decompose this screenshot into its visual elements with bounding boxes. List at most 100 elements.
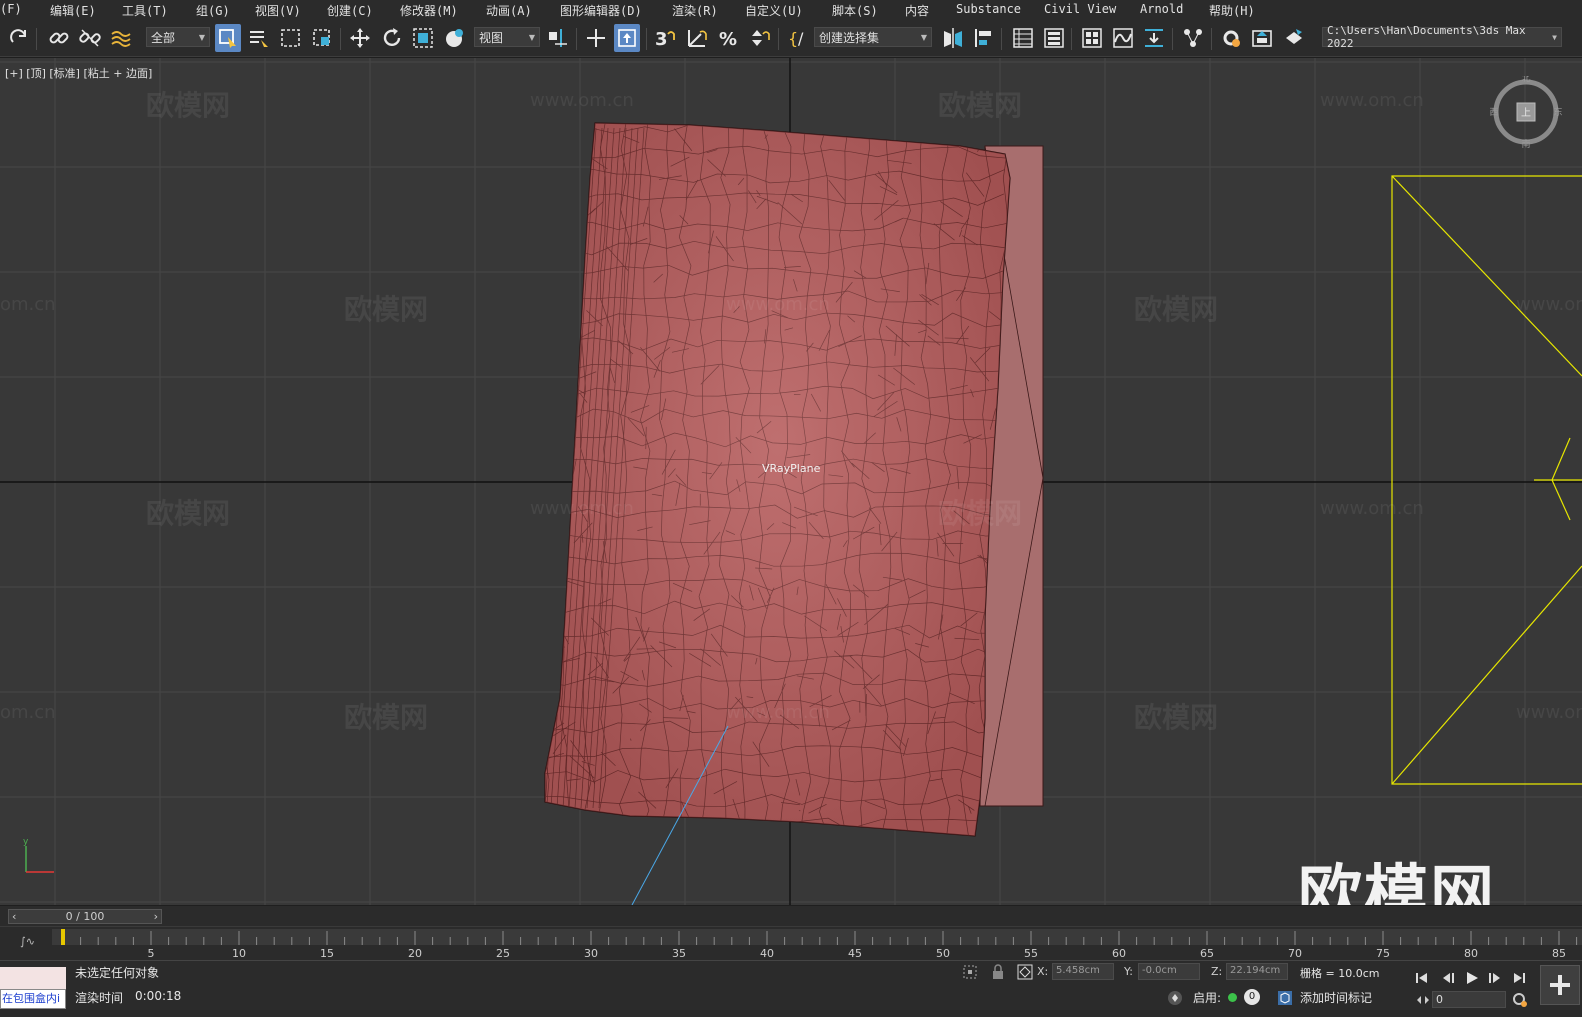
- enable-label: 启用:: [1193, 991, 1222, 1005]
- reference-coordinate-dropdown[interactable]: 视图 ▼: [474, 27, 540, 47]
- schematic-view-icon[interactable]: [1141, 24, 1167, 52]
- render-time-label: 渲染时间: [75, 991, 124, 1005]
- menu-help[interactable]: 帮助(H): [1209, 2, 1255, 19]
- maxscript-input[interactable]: 在包围盒内i: [0, 989, 66, 1009]
- rotate-icon[interactable]: [379, 24, 405, 52]
- select-manipulate-icon[interactable]: [583, 24, 609, 52]
- timeline-tick-label: 60: [1112, 947, 1126, 960]
- window-crossing-icon[interactable]: [309, 24, 335, 52]
- menu-modifiers[interactable]: 修改器(M): [400, 2, 458, 19]
- enable-count-badge[interactable]: 0: [1244, 989, 1260, 1005]
- rendered-frame-window-icon[interactable]: [1249, 24, 1275, 52]
- select-by-name-icon[interactable]: [246, 24, 272, 52]
- add-time-tag[interactable]: 添加时间标记: [1300, 989, 1372, 1006]
- go-to-end-icon[interactable]: [1510, 969, 1528, 987]
- rect-selection-region-icon[interactable]: [278, 24, 304, 52]
- time-config-icon[interactable]: [1512, 992, 1528, 1008]
- current-frame-field[interactable]: 0: [1432, 991, 1506, 1008]
- menu-rendering[interactable]: 渲染(R): [672, 2, 718, 19]
- selection-filter-dropdown[interactable]: 全部 ▼: [146, 27, 210, 47]
- watermark: 欧模网: [938, 89, 1023, 122]
- time-tag-icon[interactable]: [1277, 990, 1293, 1006]
- menu-create[interactable]: 创建(C): [327, 2, 373, 19]
- viewcube-north[interactable]: 北: [1521, 73, 1530, 84]
- menu-customize[interactable]: 自定义(U): [745, 2, 803, 19]
- viewport-canvas[interactable]: y: [0, 58, 1582, 905]
- time-slider-thumb[interactable]: ‹ 0 / 100 ›: [8, 909, 162, 924]
- render-production-icon[interactable]: [1281, 24, 1307, 52]
- set-key-button[interactable]: [1540, 965, 1580, 1005]
- angle-snap-icon[interactable]: [684, 24, 710, 52]
- project-path-dropdown[interactable]: C:\Users\Han\Documents\3ds Max 2022 ▼: [1322, 24, 1562, 50]
- track-bar[interactable]: ∫∿ 5 10 15 20 25 30 35 40 45 50 55 60 65 70 75 80 85: [0, 926, 1582, 961]
- move-icon[interactable]: [347, 24, 373, 52]
- z-coord-field[interactable]: 22.194cm: [1226, 963, 1288, 980]
- curve-editor-mini-icon[interactable]: ∫∿: [20, 935, 35, 948]
- menu-graph-editors[interactable]: 图形编辑器(D): [560, 2, 642, 19]
- menu-scripting[interactable]: 脚本(S): [832, 2, 878, 19]
- play-icon[interactable]: [1463, 969, 1481, 987]
- x-coord-field[interactable]: 5.458cm: [1052, 963, 1114, 980]
- menu-arnold[interactable]: Arnold: [1140, 2, 1183, 16]
- z-coord-label: Z:: [1211, 965, 1223, 978]
- time-slider[interactable]: ‹ 0 / 100 ›: [0, 906, 1582, 926]
- time-prev-icon[interactable]: ‹: [12, 910, 16, 923]
- svg-text:{: {: [788, 29, 798, 48]
- y-coord-field[interactable]: -0.0cm: [1138, 963, 1200, 980]
- isolate-selection-icon[interactable]: [962, 964, 978, 980]
- key-mode-icon[interactable]: [1415, 992, 1431, 1008]
- viewport-top[interactable]: y [+] [顶] [标准] [粘土 + 边面] 欧模网 www.om.cn 欧…: [0, 58, 1582, 905]
- svg-text:y: y: [23, 837, 29, 847]
- previous-frame-icon[interactable]: [1440, 969, 1458, 987]
- go-to-start-icon[interactable]: [1413, 969, 1431, 987]
- menu-group[interactable]: 组(G): [196, 2, 230, 19]
- menu-edit[interactable]: 编辑(E): [50, 2, 96, 19]
- viewcube[interactable]: 北 南 东 西 上: [1489, 73, 1562, 150]
- align-icon[interactable]: [971, 24, 997, 52]
- menu-tools[interactable]: 工具(T): [122, 2, 168, 19]
- menu-animation[interactable]: 动画(A): [486, 2, 532, 19]
- viewcube-south[interactable]: 南: [1521, 138, 1530, 150]
- viewcube-west[interactable]: 西: [1489, 107, 1499, 118]
- viewport-label[interactable]: [+] [顶] [标准] [粘土 + 边面]: [5, 65, 152, 81]
- named-selection-dropdown[interactable]: 创建选择集 ▼: [814, 27, 932, 47]
- material-editor-icon[interactable]: [1180, 24, 1206, 52]
- timeline-tick-label: 45: [848, 947, 862, 960]
- selection-status: 未选定任何对象: [75, 966, 160, 980]
- link-icon[interactable]: [46, 24, 72, 52]
- menu-views[interactable]: 视图(V): [255, 2, 301, 19]
- unlink-icon[interactable]: [77, 24, 103, 52]
- placement-icon[interactable]: [442, 24, 468, 52]
- menu-file[interactable]: (F): [0, 2, 22, 16]
- layer-explorer-icon[interactable]: [1010, 24, 1036, 52]
- bind-spacewarp-icon[interactable]: [108, 24, 134, 52]
- axis-tripod: y: [23, 837, 54, 873]
- menu-content[interactable]: 内容: [905, 2, 929, 19]
- mirror-icon[interactable]: [940, 24, 966, 52]
- edit-named-selection-icon[interactable]: {/: [785, 24, 811, 52]
- curve-editor-icon[interactable]: [1110, 24, 1136, 52]
- maxscript-listener[interactable]: 在包围盒内i: [0, 967, 66, 1011]
- absolute-mode-icon[interactable]: [1017, 964, 1033, 980]
- pivot-center-icon[interactable]: [545, 24, 571, 52]
- viewcube-top-face[interactable]: 上: [1521, 107, 1531, 119]
- render-setup-icon[interactable]: [1218, 24, 1244, 52]
- spinner-snap-icon[interactable]: [747, 24, 773, 52]
- status-bar: 在包围盒内i 未选定任何对象 渲染时间 0:00:18 X: 5.458cm Y…: [0, 960, 1582, 1017]
- selection-lock-icon[interactable]: [990, 964, 1006, 980]
- time-next-icon[interactable]: ›: [154, 910, 158, 923]
- next-frame-icon[interactable]: [1485, 969, 1503, 987]
- toggle-ribbon-icon[interactable]: [1041, 24, 1067, 52]
- snaps-toggle-icon[interactable]: 3: [652, 24, 678, 52]
- menu-civil-view[interactable]: Civil View: [1044, 2, 1116, 16]
- select-object-icon[interactable]: [215, 24, 241, 52]
- menu-substance[interactable]: Substance: [956, 2, 1021, 16]
- watermark: 欧模网: [344, 293, 429, 326]
- scale-icon[interactable]: [410, 24, 436, 52]
- percent-snap-icon[interactable]: %: [716, 24, 742, 52]
- scene-explorer-icon[interactable]: [1079, 24, 1105, 52]
- keyboard-shortcut-override-icon[interactable]: [614, 24, 640, 52]
- adaptive-degradation-icon[interactable]: [1167, 990, 1183, 1006]
- redo-icon[interactable]: [6, 24, 32, 52]
- viewcube-east[interactable]: 东: [1553, 106, 1562, 118]
